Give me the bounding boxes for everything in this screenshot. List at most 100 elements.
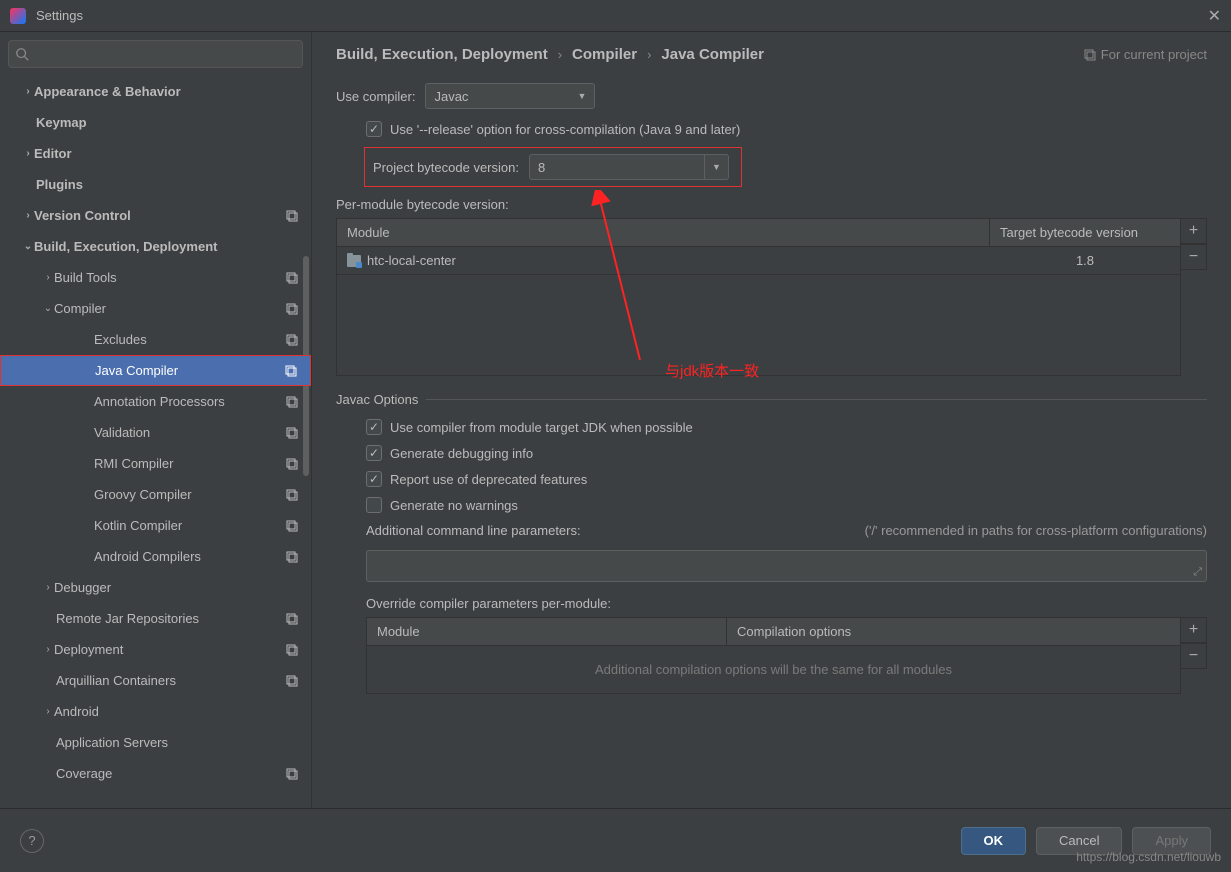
chevron-icon: ›: [22, 148, 34, 159]
sidebar-item[interactable]: Kotlin Compiler: [0, 510, 311, 541]
help-button[interactable]: ?: [20, 829, 44, 853]
use-compiler-label: Use compiler:: [336, 89, 415, 104]
watermark: https://blog.csdn.net/liouwb: [1076, 850, 1221, 864]
content-panel: Build, Execution, Deployment › Compiler …: [312, 32, 1231, 808]
search-icon: [15, 47, 29, 61]
project-badge-icon: [285, 302, 299, 316]
sidebar-item[interactable]: Java Compiler: [0, 355, 311, 386]
sidebar-item[interactable]: Android Compilers: [0, 541, 311, 572]
expand-icon[interactable]: ⤢: [1193, 566, 1202, 579]
settings-tree: ›Appearance & BehaviorKeymap›EditorPlugi…: [0, 76, 311, 808]
sidebar: ›Appearance & BehaviorKeymap›EditorPlugi…: [0, 32, 312, 808]
app-icon: [10, 8, 26, 24]
breadcrumb: Build, Execution, Deployment › Compiler …: [336, 46, 1207, 63]
sidebar-item[interactable]: Keymap: [0, 107, 311, 138]
crumb-sep: ›: [647, 47, 651, 62]
project-badge-icon: [284, 364, 298, 378]
addl-params-input[interactable]: ⤢: [366, 550, 1207, 582]
remove-module-button[interactable]: −: [1181, 244, 1207, 270]
chevron-icon: ›: [42, 706, 54, 717]
chevron-icon: ⌄: [42, 303, 54, 314]
sidebar-item[interactable]: Remote Jar Repositories: [0, 603, 311, 634]
use-compiler-dropdown[interactable]: Javac ▼: [425, 83, 595, 109]
project-badge-icon: [285, 643, 299, 657]
opt4-checkbox[interactable]: [366, 497, 382, 513]
project-badge-icon: [285, 333, 299, 347]
opt1-checkbox[interactable]: [366, 419, 382, 435]
footer: ? OK Cancel Apply: [0, 808, 1231, 872]
th-module: Module: [337, 219, 990, 246]
bytecode-highlight: Project bytecode version: 8 ▼: [364, 147, 742, 187]
add-module-button[interactable]: +: [1181, 218, 1207, 244]
override-table: Module Compilation options Additional co…: [366, 617, 1181, 694]
override-label: Override compiler parameters per-module:: [336, 596, 1207, 611]
override-empty-msg: Additional compilation options will be t…: [367, 646, 1180, 693]
search-input[interactable]: [8, 40, 303, 68]
close-icon[interactable]: ✕: [1208, 6, 1221, 26]
crumb-sep: ›: [558, 47, 562, 62]
for-current-project: For current project: [1083, 47, 1207, 62]
sidebar-item[interactable]: ⌄Compiler: [0, 293, 311, 324]
sidebar-item[interactable]: ›Version Control: [0, 200, 311, 231]
project-badge-icon: [285, 674, 299, 688]
sidebar-item[interactable]: Validation: [0, 417, 311, 448]
project-badge-icon: [285, 457, 299, 471]
opt2-checkbox[interactable]: [366, 445, 382, 461]
sidebar-item[interactable]: ›Deployment: [0, 634, 311, 665]
th-ov-module: Module: [367, 618, 727, 645]
release-option-label: Use '--release' option for cross-compila…: [390, 122, 740, 137]
project-badge-icon: [285, 519, 299, 533]
sidebar-item[interactable]: ›Android: [0, 696, 311, 727]
sidebar-item[interactable]: Groovy Compiler: [0, 479, 311, 510]
chevron-icon: ›: [22, 210, 34, 221]
copy-icon: [1083, 48, 1097, 62]
remove-override-button[interactable]: −: [1181, 643, 1207, 669]
javac-options-header: Javac Options: [336, 392, 1207, 407]
sidebar-item[interactable]: Excludes: [0, 324, 311, 355]
release-option-checkbox[interactable]: [366, 121, 382, 137]
per-module-label: Per-module bytecode version:: [336, 197, 1207, 212]
project-badge-icon: [285, 395, 299, 409]
titlebar: Settings ✕: [0, 0, 1231, 32]
project-badge-icon: [285, 612, 299, 626]
sidebar-item[interactable]: ⌄Build, Execution, Deployment: [0, 231, 311, 262]
sidebar-item[interactable]: Application Servers: [0, 727, 311, 758]
sidebar-item[interactable]: Plugins: [0, 169, 311, 200]
chevron-icon: ›: [22, 86, 34, 97]
chevron-icon: ›: [42, 582, 54, 593]
project-bytecode-dropdown[interactable]: 8 ▼: [529, 154, 729, 180]
project-badge-icon: [285, 488, 299, 502]
module-bytecode-table: Module Target bytecode version htc-local…: [336, 218, 1181, 376]
th-target: Target bytecode version: [990, 219, 1180, 246]
th-ov-opts: Compilation options: [727, 618, 1180, 645]
add-override-button[interactable]: +: [1181, 617, 1207, 643]
chevron-icon: ⌄: [22, 241, 34, 252]
chevron-down-icon[interactable]: ▼: [705, 154, 729, 180]
crumb-2: Java Compiler: [661, 46, 764, 63]
opt3-checkbox[interactable]: [366, 471, 382, 487]
addl-params-label: Additional command line parameters:: [366, 523, 581, 538]
sidebar-item[interactable]: Arquillian Containers: [0, 665, 311, 696]
window-title: Settings: [36, 8, 1208, 23]
module-icon: [347, 255, 361, 267]
table-row[interactable]: htc-local-center 1.8: [337, 247, 1180, 275]
ok-button[interactable]: OK: [961, 827, 1027, 855]
sidebar-item[interactable]: ›Appearance & Behavior: [0, 76, 311, 107]
sidebar-item[interactable]: ›Debugger: [0, 572, 311, 603]
project-badge-icon: [285, 426, 299, 440]
addl-params-hint: ('/' recommended in paths for cross-plat…: [865, 523, 1207, 538]
project-badge-icon: [285, 271, 299, 285]
crumb-1: Compiler: [572, 46, 637, 63]
project-badge-icon: [285, 767, 299, 781]
sidebar-item[interactable]: Coverage: [0, 758, 311, 789]
annotation-text: 与jdk版本一致: [665, 360, 759, 381]
chevron-down-icon: ▼: [578, 91, 587, 101]
sidebar-item[interactable]: Annotation Processors: [0, 386, 311, 417]
sidebar-item[interactable]: ›Editor: [0, 138, 311, 169]
chevron-icon: ›: [42, 644, 54, 655]
project-bytecode-label: Project bytecode version:: [365, 160, 519, 175]
project-badge-icon: [285, 209, 299, 223]
sidebar-item[interactable]: ›Build Tools: [0, 262, 311, 293]
sidebar-item[interactable]: RMI Compiler: [0, 448, 311, 479]
project-badge-icon: [285, 550, 299, 564]
